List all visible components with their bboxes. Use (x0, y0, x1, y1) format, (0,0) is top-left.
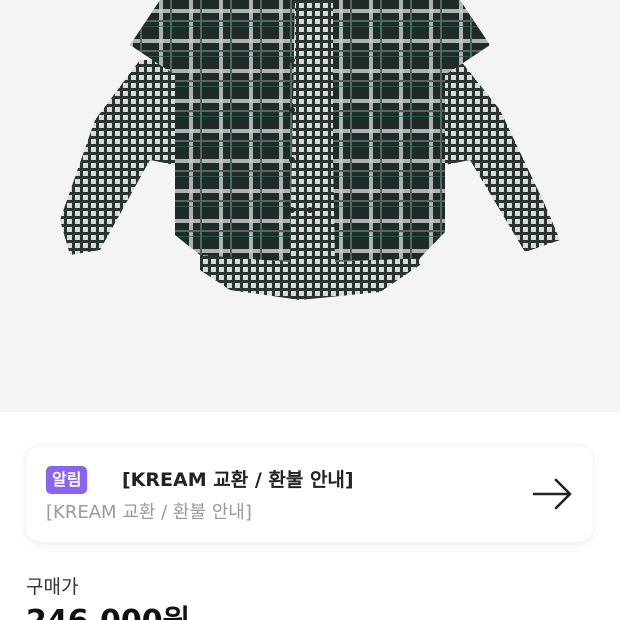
notice-subtitle: [KREAM 교환 / 환불 안내] (46, 502, 252, 523)
arrow-right-icon[interactable] (532, 476, 574, 512)
product-image (0, 0, 620, 412)
price-label: 구매가 (26, 576, 79, 598)
notice-badge: 알림 (46, 466, 88, 494)
plaid-shirt-image (60, 0, 560, 300)
notice-card[interactable]: 알림 [KREAM 교환 / 환불 안내] [KREAM 교환 / 환불 안내] (26, 446, 593, 542)
price-value: 246,000원 (26, 602, 190, 620)
notice-title: [KREAM 교환 / 환불 안내] (122, 469, 354, 491)
